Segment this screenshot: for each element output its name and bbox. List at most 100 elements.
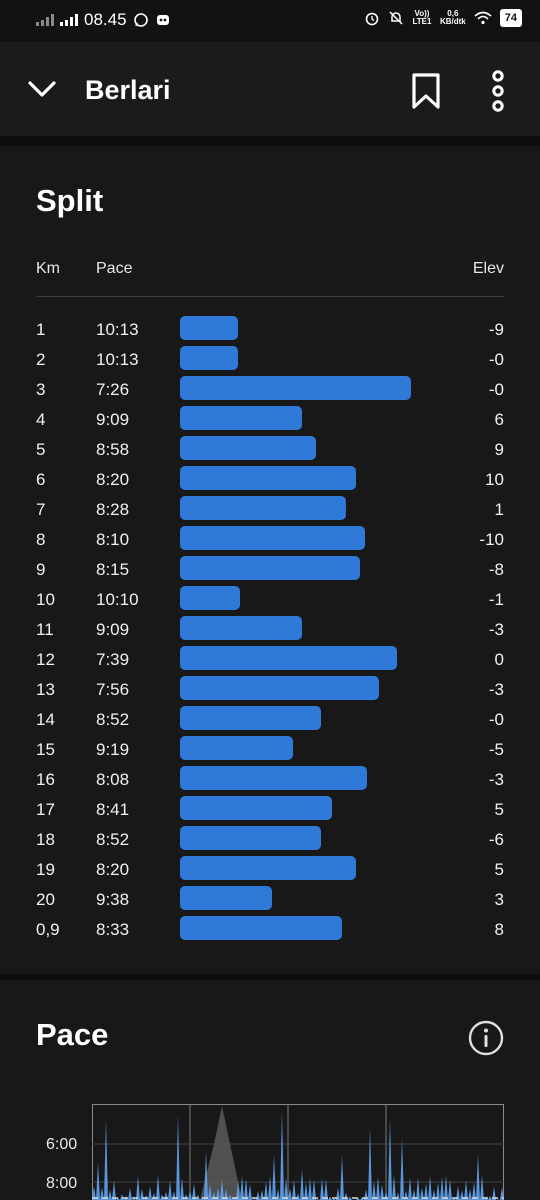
split-elev: -10 (479, 530, 504, 549)
split-elev: 0 (494, 650, 504, 669)
split-km: 0,9 (36, 920, 60, 939)
info-icon[interactable] (468, 1020, 504, 1056)
battery-icon: 74 (499, 9, 522, 27)
split-km: 12 (36, 650, 55, 669)
split-pace: 8:52 (96, 710, 130, 729)
bookmark-icon[interactable] (410, 72, 442, 110)
column-km-header: Km (36, 260, 60, 277)
split-pace: 8:52 (96, 830, 130, 849)
split-pace: 10:13 (96, 350, 139, 369)
split-elev: -3 (488, 680, 504, 699)
split-pace: 8:41 (96, 800, 130, 819)
split-elev: 9 (494, 440, 504, 459)
split-elev: -6 (488, 830, 504, 849)
split-row: 4 9:09 6 (0, 406, 540, 436)
split-pace: 8:20 (96, 860, 130, 879)
split-pace-bar (180, 886, 272, 910)
split-pace-bar (180, 526, 365, 550)
more-options-icon[interactable] (486, 70, 510, 112)
split-km: 2 (36, 350, 46, 369)
split-pace-bar (180, 346, 238, 370)
split-row: 11 9:09 -3 (0, 616, 540, 646)
split-row: 10 10:10 -1 (0, 586, 540, 616)
split-elev: -9 (488, 320, 504, 339)
split-pace-bar (180, 316, 238, 340)
split-pace-bar (180, 436, 316, 460)
split-km: 9 (36, 560, 46, 579)
split-row: 2 10:13 -0 (0, 346, 540, 376)
split-km: 14 (36, 710, 55, 729)
split-elev: -1 (488, 590, 504, 609)
chevron-down-icon[interactable] (28, 80, 56, 98)
split-pace: 9:19 (96, 740, 130, 759)
split-row: 14 8:52 -0 (0, 706, 540, 736)
split-pace-bar (180, 826, 321, 850)
network-speed: 0,6 KB/dtk (440, 10, 466, 26)
split-pace-bar (180, 796, 332, 820)
split-pace: 7:26 (96, 380, 130, 399)
app-header: Berlari (0, 42, 540, 136)
split-row: 7 8:28 1 (0, 496, 540, 526)
split-row: 13 7:56 -3 (0, 676, 540, 706)
split-elev: 5 (494, 800, 504, 819)
split-km: 4 (36, 410, 46, 429)
split-km: 8 (36, 530, 46, 549)
y-tick-label-6: 6:00 (46, 1136, 78, 1153)
status-right: Vo)) LTE1 0,6 KB/dtk 74 (364, 9, 522, 27)
split-pace: 8:28 (96, 500, 130, 519)
page-title: Berlari (85, 75, 171, 105)
split-pace-bar (180, 766, 367, 790)
split-pace: 8:08 (96, 770, 130, 789)
split-elev: 8 (494, 920, 504, 939)
pace-title: Pace (36, 1017, 109, 1052)
split-row: 8 8:10 -10 (0, 526, 540, 556)
split-pace-bar (180, 556, 360, 580)
split-km: 7 (36, 500, 46, 519)
split-km: 3 (36, 380, 46, 399)
split-row: 16 8:08 -3 (0, 766, 540, 796)
split-pace: 9:09 (96, 410, 130, 429)
split-elev: -0 (488, 350, 504, 369)
status-bar: 08.45 Vo)) LTE1 0,6 KB/dtk 74 (0, 0, 540, 42)
split-elev: 6 (494, 410, 504, 429)
split-row: 0,9 8:33 8 (0, 916, 540, 946)
split-pace-bar (180, 376, 411, 400)
split-km: 20 (36, 890, 55, 909)
signal-icon-sim2 (36, 14, 54, 26)
split-km: 6 (36, 470, 46, 489)
split-row: 20 9:38 3 (0, 886, 540, 916)
split-km: 11 (36, 620, 54, 639)
split-pace-bar (180, 496, 346, 520)
split-pace: 8:10 (96, 530, 130, 549)
split-pace: 7:56 (96, 680, 130, 699)
split-pace: 9:09 (96, 620, 130, 639)
split-elev: -3 (488, 620, 504, 639)
split-elev: -5 (488, 740, 504, 759)
split-row: 9 8:15 -8 (0, 556, 540, 586)
split-pace-bar (180, 616, 302, 640)
split-elev: 10 (485, 470, 504, 489)
whatsapp-icon (133, 13, 148, 27)
split-row: 12 7:39 0 (0, 646, 540, 676)
split-km: 19 (36, 860, 55, 879)
split-pace: 8:20 (96, 470, 130, 489)
pace-chart (92, 1104, 504, 1200)
split-elev: -0 (488, 380, 504, 399)
split-elev: -0 (488, 710, 504, 729)
split-title: Split (36, 183, 104, 218)
split-row: 3 7:26 -0 (0, 376, 540, 406)
split-pace: 10:10 (96, 590, 139, 609)
pace-card: Pace 6:00 8:00 (0, 980, 540, 1200)
split-pace-bar (180, 706, 321, 730)
column-elev-header: Elev (472, 260, 504, 277)
split-row: 18 8:52 -6 (0, 826, 540, 856)
wifi-icon (474, 11, 492, 25)
split-km: 10 (36, 590, 55, 609)
split-elev: 5 (494, 860, 504, 879)
split-pace: 8:33 (96, 920, 130, 939)
network-speed-unit: KB/dtk (439, 17, 466, 26)
split-pace-bar (180, 916, 342, 940)
split-km: 5 (36, 440, 46, 459)
split-pace: 8:15 (96, 560, 130, 579)
notification-app-icon (156, 15, 169, 25)
